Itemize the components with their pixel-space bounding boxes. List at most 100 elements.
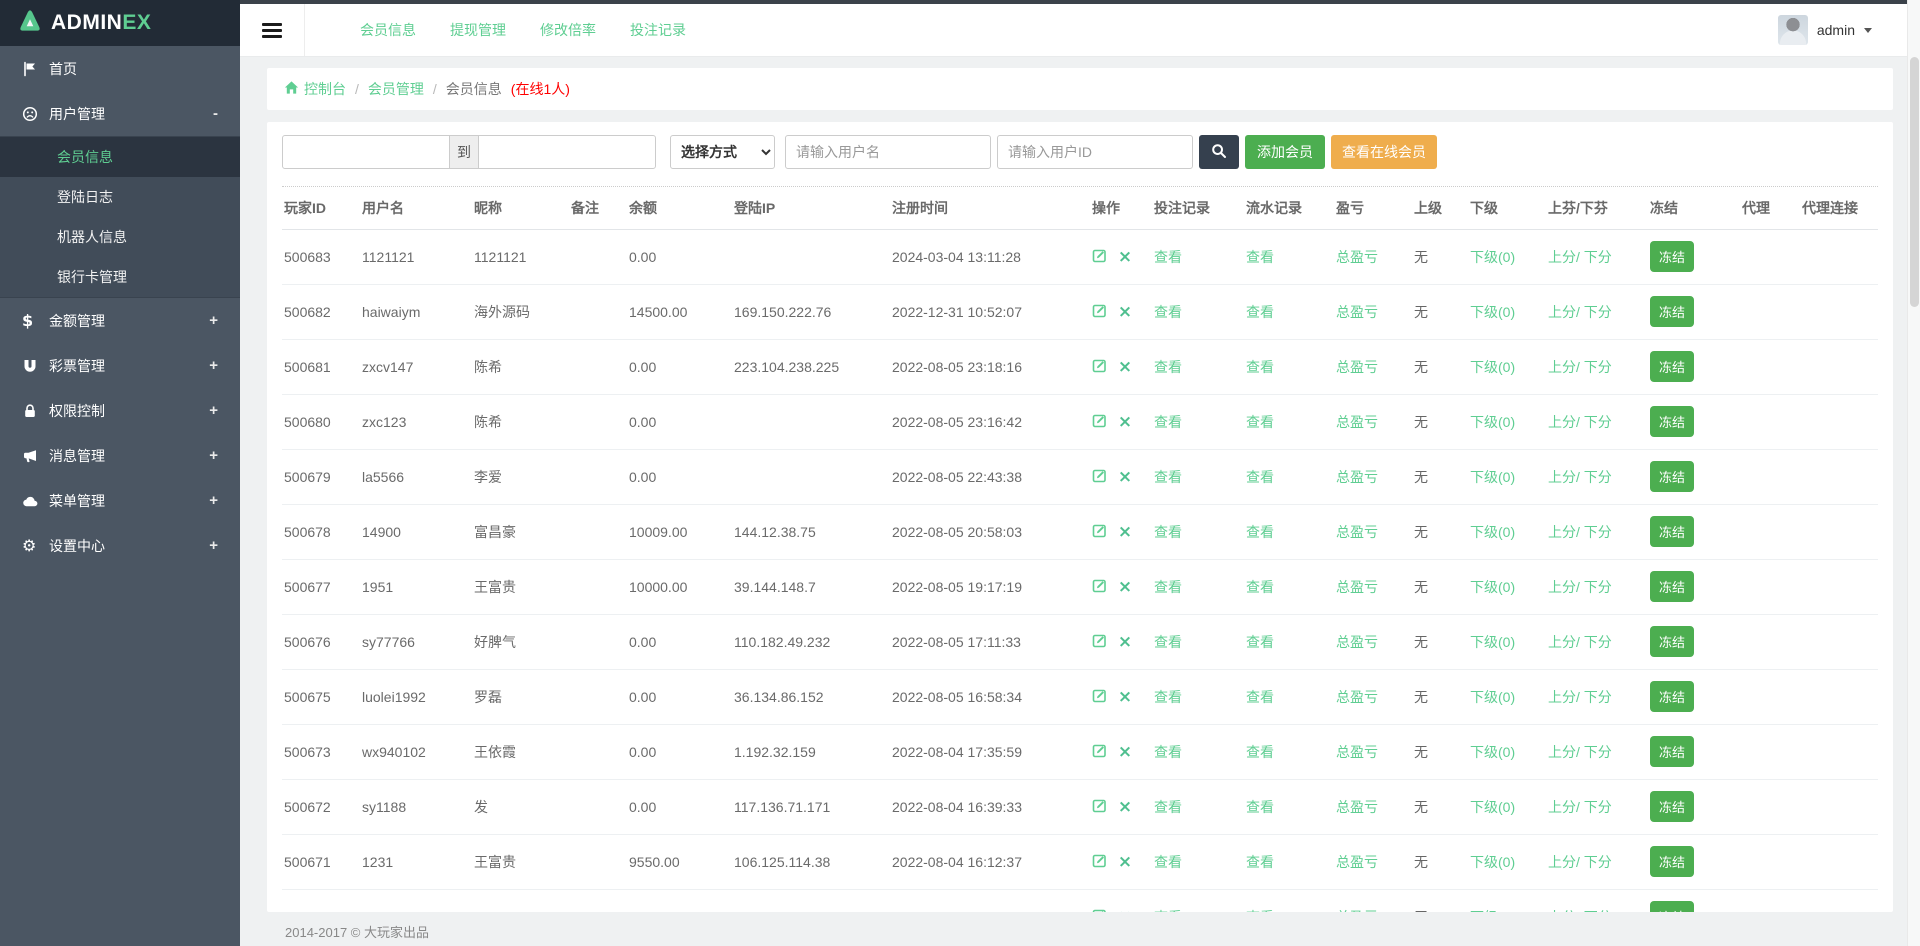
- nav-link-withdraw-mgmt[interactable]: 提现管理: [450, 20, 506, 40]
- sidebar-item-menu-mgmt[interactable]: 菜单管理 +: [0, 478, 240, 523]
- username-search-input[interactable]: [785, 135, 991, 169]
- sidebar-item-robot-info[interactable]: 机器人信息: [0, 217, 240, 257]
- freeze-button[interactable]: 冻结: [1650, 736, 1694, 767]
- breadcrumb-home-link[interactable]: 控制台: [284, 79, 346, 99]
- total-profit-link[interactable]: 总盈亏: [1336, 304, 1378, 320]
- total-profit-link[interactable]: 总盈亏: [1336, 854, 1378, 870]
- freeze-button[interactable]: 冻结: [1650, 681, 1694, 712]
- edit-icon[interactable]: [1092, 415, 1111, 431]
- view-flow-link[interactable]: 查看: [1246, 359, 1274, 375]
- delete-icon[interactable]: ×: [1118, 797, 1132, 817]
- delete-icon[interactable]: ×: [1118, 577, 1132, 597]
- range-end-input[interactable]: [478, 135, 656, 169]
- nav-link-member-info[interactable]: 会员信息: [360, 20, 416, 40]
- view-bets-link[interactable]: 查看: [1154, 414, 1182, 430]
- freeze-button[interactable]: 冻结: [1650, 846, 1694, 877]
- edit-icon[interactable]: [1092, 305, 1111, 321]
- sidebar-item-bank-card[interactable]: 银行卡管理: [0, 257, 240, 297]
- sidebar-item-message-mgmt[interactable]: 消息管理 +: [0, 433, 240, 478]
- view-flow-link[interactable]: 查看: [1246, 249, 1274, 265]
- user-menu[interactable]: admin: [1778, 15, 1872, 45]
- score-down-link[interactable]: 下分: [1584, 304, 1612, 320]
- subordinate-link[interactable]: 下级(0): [1470, 744, 1515, 760]
- delete-icon[interactable]: ×: [1118, 467, 1132, 487]
- sidebar-item-money-mgmt[interactable]: $ 金额管理 +: [0, 298, 240, 343]
- view-bets-link[interactable]: 查看: [1154, 524, 1182, 540]
- search-method-select[interactable]: 选择方式: [670, 135, 775, 169]
- score-up-link[interactable]: 上分: [1548, 304, 1576, 320]
- total-profit-link[interactable]: 总盈亏: [1336, 359, 1378, 375]
- sidebar-item-login-log[interactable]: 登陆日志: [0, 177, 240, 217]
- edit-icon[interactable]: [1092, 690, 1111, 706]
- edit-icon[interactable]: [1092, 360, 1111, 376]
- view-flow-link[interactable]: 查看: [1246, 634, 1274, 650]
- score-up-link[interactable]: 上分: [1548, 414, 1576, 430]
- score-up-link[interactable]: 上分: [1548, 469, 1576, 485]
- view-flow-link[interactable]: 查看: [1246, 689, 1274, 705]
- score-up-link[interactable]: 上分: [1548, 579, 1576, 595]
- score-up-link[interactable]: 上分: [1548, 799, 1576, 815]
- range-start-input[interactable]: [282, 135, 450, 169]
- total-profit-link[interactable]: 总盈亏: [1336, 249, 1378, 265]
- delete-icon[interactable]: ×: [1118, 742, 1132, 762]
- subordinate-link[interactable]: 下级(0): [1470, 304, 1515, 320]
- subordinate-link[interactable]: 下级(0): [1470, 524, 1515, 540]
- view-bets-link[interactable]: 查看: [1154, 304, 1182, 320]
- view-bets-link[interactable]: 查看: [1154, 579, 1182, 595]
- total-profit-link[interactable]: 总盈亏: [1336, 579, 1378, 595]
- edit-icon[interactable]: [1092, 800, 1111, 816]
- freeze-button[interactable]: 冻结: [1650, 296, 1694, 327]
- view-flow-link[interactable]: 查看: [1246, 579, 1274, 595]
- sidebar-item-lottery-mgmt[interactable]: 彩票管理 +: [0, 343, 240, 388]
- subordinate-link[interactable]: 下级(0): [1470, 579, 1515, 595]
- score-down-link[interactable]: 下分: [1584, 634, 1612, 650]
- total-profit-link[interactable]: 总盈亏: [1336, 414, 1378, 430]
- subordinate-link[interactable]: 下级(0): [1470, 469, 1515, 485]
- sidebar-item-home[interactable]: 首页: [0, 46, 240, 91]
- subordinate-link[interactable]: 下级(0): [1470, 689, 1515, 705]
- score-up-link[interactable]: 上分: [1548, 854, 1576, 870]
- view-flow-link[interactable]: 查看: [1246, 854, 1274, 870]
- total-profit-link[interactable]: 总盈亏: [1336, 744, 1378, 760]
- score-up-link[interactable]: 上分: [1548, 744, 1576, 760]
- edit-icon[interactable]: [1092, 580, 1111, 596]
- add-member-button[interactable]: 添加会员: [1245, 135, 1325, 169]
- subordinate-link[interactable]: 下级(0): [1470, 799, 1515, 815]
- view-online-members-button[interactable]: 查看在线会员: [1331, 135, 1437, 169]
- edit-icon[interactable]: [1092, 745, 1111, 761]
- scrollbar-thumb[interactable]: [1910, 57, 1919, 307]
- edit-icon[interactable]: [1092, 470, 1111, 486]
- view-bets-link[interactable]: 查看: [1154, 469, 1182, 485]
- view-bets-link[interactable]: 查看: [1154, 854, 1182, 870]
- sidebar-item-permission[interactable]: 权限控制 +: [0, 388, 240, 433]
- sidebar-item-member-info[interactable]: 会员信息: [0, 137, 240, 177]
- subordinate-link[interactable]: 下级(0): [1470, 414, 1515, 430]
- breadcrumb-section-link[interactable]: 会员管理: [368, 79, 424, 99]
- edit-icon[interactable]: [1092, 250, 1111, 266]
- sidebar-item-settings[interactable]: ⚙ 设置中心 +: [0, 523, 240, 568]
- delete-icon[interactable]: ×: [1118, 687, 1132, 707]
- view-bets-link[interactable]: 查看: [1154, 689, 1182, 705]
- delete-icon[interactable]: ×: [1118, 247, 1132, 267]
- freeze-button[interactable]: 冻结: [1650, 626, 1694, 657]
- score-down-link[interactable]: 下分: [1584, 414, 1612, 430]
- view-bets-link[interactable]: 查看: [1154, 744, 1182, 760]
- score-down-link[interactable]: 下分: [1584, 689, 1612, 705]
- delete-icon[interactable]: ×: [1118, 632, 1132, 652]
- delete-icon[interactable]: ×: [1118, 357, 1132, 377]
- sidebar-item-user-mgmt[interactable]: 用户管理 -: [0, 91, 240, 136]
- view-flow-link[interactable]: 查看: [1246, 524, 1274, 540]
- view-flow-link[interactable]: 查看: [1246, 469, 1274, 485]
- freeze-button[interactable]: 冻结: [1650, 516, 1694, 547]
- score-up-link[interactable]: 上分: [1548, 634, 1576, 650]
- score-up-link[interactable]: 上分: [1548, 689, 1576, 705]
- edit-icon[interactable]: [1092, 525, 1111, 541]
- view-flow-link[interactable]: 查看: [1246, 744, 1274, 760]
- total-profit-link[interactable]: 总盈亏: [1336, 799, 1378, 815]
- search-button[interactable]: [1199, 135, 1239, 169]
- view-flow-link[interactable]: 查看: [1246, 414, 1274, 430]
- score-up-link[interactable]: 上分: [1548, 524, 1576, 540]
- hamburger-menu-icon[interactable]: [262, 20, 282, 41]
- score-down-link[interactable]: 下分: [1584, 249, 1612, 265]
- score-down-link[interactable]: 下分: [1584, 744, 1612, 760]
